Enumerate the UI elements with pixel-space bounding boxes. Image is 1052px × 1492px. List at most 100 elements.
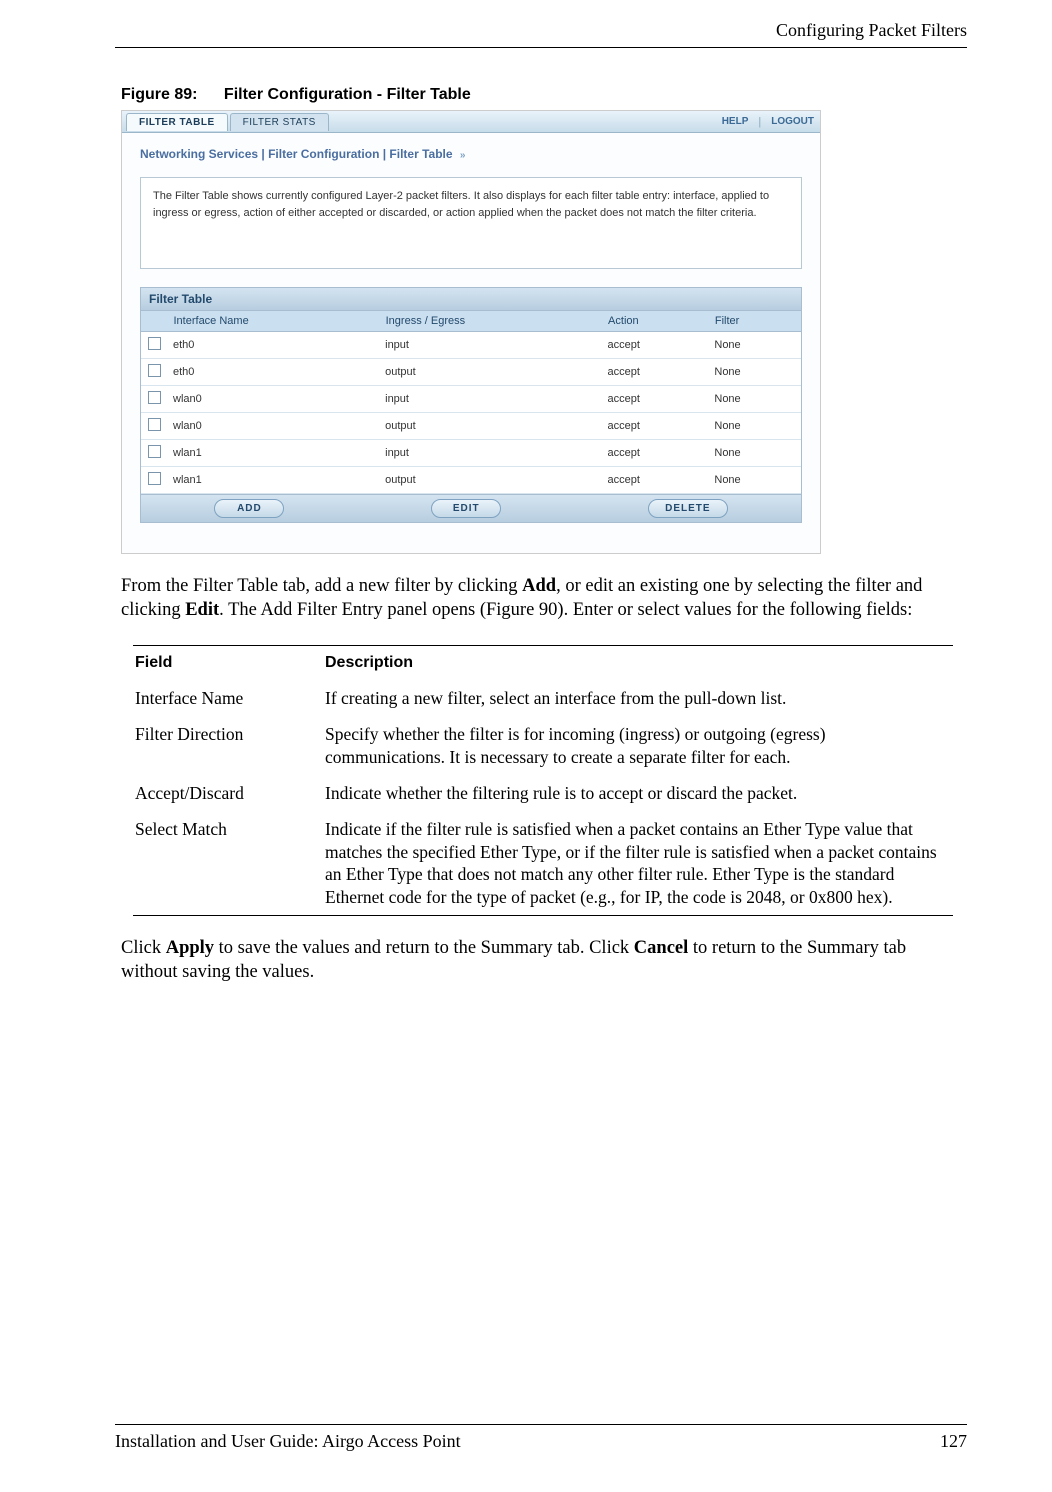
breadcrumb-arrow-icon: » [460, 150, 465, 161]
cell-action: accept [602, 467, 709, 494]
cell-direction: output [379, 467, 601, 494]
table-header-row: Interface Name Ingress / Egress Action F… [141, 311, 801, 332]
cell-filter: None [708, 386, 800, 413]
breadcrumb-text: Networking Services | Filter Configurati… [140, 147, 453, 161]
cell-action: accept [602, 332, 709, 359]
field-description: If creating a new filter, select an inte… [323, 680, 953, 716]
description-box: The Filter Table shows currently configu… [140, 177, 802, 269]
page-footer: Installation and User Guide: Airgo Acces… [115, 1424, 967, 1452]
table-row: Interface NameIf creating a new filter, … [133, 680, 953, 716]
row-checkbox-cell [141, 467, 167, 494]
cell-action: accept [602, 440, 709, 467]
table-row[interactable]: eth0inputacceptNone [141, 332, 801, 359]
figure-number: Figure 89: [121, 86, 197, 103]
page-number: 127 [940, 1431, 967, 1452]
cell-filter: None [708, 467, 800, 494]
checkbox[interactable] [148, 337, 161, 350]
body-paragraph-2: Click Apply to save the values and retur… [121, 936, 967, 985]
field-name: Select Match [133, 811, 323, 915]
screenshot-panel: FILTER TABLE FILTER STATS HELP | LOGOUT … [121, 110, 821, 554]
field-description: Specify whether the filter is for incomi… [323, 716, 953, 775]
head-description: Description [323, 645, 953, 680]
col-checkbox [141, 311, 167, 332]
cell-filter: None [708, 413, 800, 440]
table-row[interactable]: wlan1inputacceptNone [141, 440, 801, 467]
field-name: Accept/Discard [133, 775, 323, 811]
table-row[interactable]: eth0outputacceptNone [141, 359, 801, 386]
add-button[interactable]: ADD [214, 499, 284, 518]
figure-title: Filter Configuration - Filter Table [224, 86, 471, 103]
bold-cancel: Cancel [634, 938, 688, 958]
tab-bar: FILTER TABLE FILTER STATS HELP | LOGOUT [122, 111, 820, 133]
table-row[interactable]: wlan1outputacceptNone [141, 467, 801, 494]
cell-action: accept [602, 359, 709, 386]
help-link[interactable]: HELP [722, 116, 749, 127]
cell-interface: eth0 [167, 332, 379, 359]
bold-apply: Apply [166, 938, 214, 958]
cell-action: accept [602, 413, 709, 440]
running-header: Configuring Packet Filters [115, 20, 967, 48]
tab-filter-table[interactable]: FILTER TABLE [126, 113, 228, 131]
table-row[interactable]: wlan0inputacceptNone [141, 386, 801, 413]
table-row: Select MatchIndicate if the filter rule … [133, 811, 953, 915]
field-name: Interface Name [133, 680, 323, 716]
text: From the Filter Table tab, add a new fil… [121, 576, 522, 596]
table-row: Accept/DiscardIndicate whether the filte… [133, 775, 953, 811]
row-checkbox-cell [141, 440, 167, 467]
cell-interface: eth0 [167, 359, 379, 386]
field-description-table: Field Description Interface NameIf creat… [133, 645, 953, 916]
checkbox[interactable] [148, 418, 161, 431]
filter-table-panel: Filter Table Interface Name Ingress / Eg… [140, 287, 802, 523]
field-name: Filter Direction [133, 716, 323, 775]
table-row[interactable]: wlan0outputacceptNone [141, 413, 801, 440]
row-checkbox-cell [141, 386, 167, 413]
figure-caption: Figure 89: Filter Configuration - Filter… [121, 86, 967, 104]
checkbox[interactable] [148, 391, 161, 404]
tab-filter-stats[interactable]: FILTER STATS [230, 113, 329, 131]
text: to save the values and return to the Sum… [214, 938, 634, 958]
checkbox[interactable] [148, 364, 161, 377]
cell-interface: wlan1 [167, 467, 379, 494]
cell-interface: wlan1 [167, 440, 379, 467]
cell-interface: wlan0 [167, 386, 379, 413]
col-action: Action [602, 311, 709, 332]
body-paragraph-1: From the Filter Table tab, add a new fil… [121, 574, 967, 623]
col-ingress-egress: Ingress / Egress [379, 311, 601, 332]
row-checkbox-cell [141, 359, 167, 386]
cell-direction: input [379, 386, 601, 413]
button-bar: ADD EDIT DELETE [141, 494, 801, 522]
delete-button[interactable]: DELETE [648, 499, 727, 518]
filter-table: Interface Name Ingress / Egress Action F… [141, 311, 801, 494]
text: . The Add Filter Entry panel opens (Figu… [219, 600, 912, 620]
section-title: Configuring Packet Filters [776, 20, 967, 40]
col-interface: Interface Name [167, 311, 379, 332]
breadcrumb: Networking Services | Filter Configurati… [122, 133, 820, 167]
checkbox[interactable] [148, 472, 161, 485]
cell-filter: None [708, 359, 800, 386]
cell-interface: wlan0 [167, 413, 379, 440]
logout-link[interactable]: LOGOUT [771, 116, 814, 127]
cell-direction: output [379, 413, 601, 440]
cell-action: accept [602, 386, 709, 413]
table-header-row: Field Description [133, 645, 953, 680]
cell-direction: input [379, 332, 601, 359]
checkbox[interactable] [148, 445, 161, 458]
bold-edit: Edit [185, 600, 219, 620]
cell-filter: None [708, 332, 800, 359]
field-description: Indicate if the filter rule is satisfied… [323, 811, 953, 915]
head-field: Field [133, 645, 323, 680]
cell-filter: None [708, 440, 800, 467]
edit-button[interactable]: EDIT [431, 499, 501, 518]
top-right-links: HELP | LOGOUT [722, 116, 820, 128]
bold-add: Add [522, 576, 556, 596]
footer-left: Installation and User Guide: Airgo Acces… [115, 1431, 461, 1452]
cell-direction: output [379, 359, 601, 386]
field-description: Indicate whether the filtering rule is t… [323, 775, 953, 811]
divider: | [758, 116, 761, 128]
panel-title: Filter Table [141, 288, 801, 311]
row-checkbox-cell [141, 413, 167, 440]
cell-direction: input [379, 440, 601, 467]
table-row: Filter DirectionSpecify whether the filt… [133, 716, 953, 775]
text: Click [121, 938, 166, 958]
col-filter: Filter [708, 311, 800, 332]
